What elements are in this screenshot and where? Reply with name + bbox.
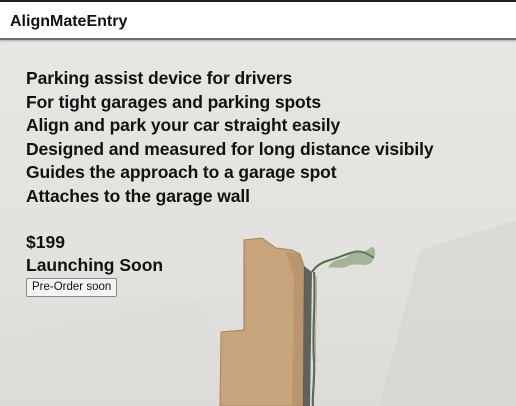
product-copy: Parking assist device for drivers For ti… <box>26 67 434 297</box>
feature-line: Guides the approach to a garage spot <box>26 162 337 182</box>
feature-line: For tight garages and parking spots <box>26 91 322 112</box>
price: $199 <box>26 232 65 252</box>
top-bar: AlignMateEntry <box>0 0 516 40</box>
feature-line: Parking assist device for drivers <box>26 68 293 88</box>
hero-section: Parking assist device for drivers For ti… <box>0 40 516 406</box>
brand-name[interactable]: AlignMateEntry <box>10 13 127 31</box>
feature-line: Attaches to the garage wall <box>26 185 250 206</box>
feature-line: Designed and measured for long distance … <box>26 138 434 159</box>
feature-line: Align and park your car straight easily <box>26 115 341 135</box>
page: AlignMateEntry Parking assist device for… <box>0 0 516 406</box>
launch-status: Launching Soon <box>26 255 164 275</box>
pre-order-button[interactable]: Pre-Order soon <box>26 278 118 297</box>
